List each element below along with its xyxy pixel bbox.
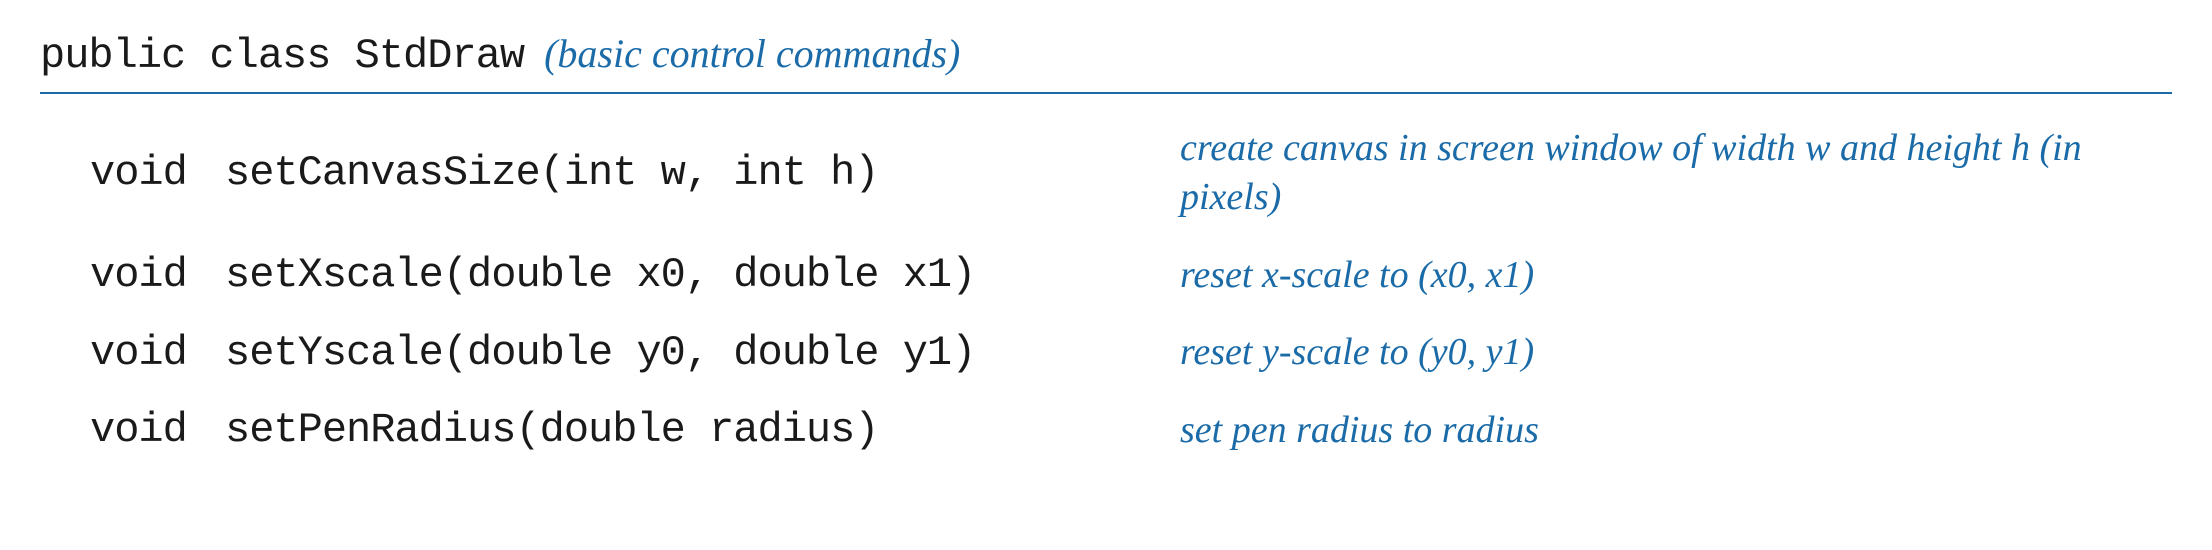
- method-signature: voidsetCanvasSize(int w, int h): [90, 149, 1180, 197]
- method-signature: voidsetXscale(double x0, double x1): [90, 251, 1180, 299]
- method-name-params: setPenRadius(double radius): [225, 406, 879, 454]
- return-type: void: [90, 149, 225, 197]
- class-subtitle: (basic control commands): [544, 30, 960, 77]
- api-header: public class StdDraw (basic control comm…: [40, 30, 2172, 94]
- method-row: voidsetPenRadius(double radius) set pen …: [90, 406, 2172, 455]
- return-type: void: [90, 406, 225, 454]
- method-list: voidsetCanvasSize(int w, int h) create c…: [40, 124, 2172, 455]
- return-type: void: [90, 251, 225, 299]
- method-row: voidsetXscale(double x0, double x1) rese…: [90, 251, 2172, 300]
- method-description: create canvas in screen window of width …: [1180, 124, 2130, 223]
- method-description: reset y-scale to (y0, y1): [1180, 328, 1534, 377]
- return-type: void: [90, 329, 225, 377]
- method-name-params: setYscale(double y0, double y1): [225, 329, 975, 377]
- method-row: voidsetYscale(double y0, double y1) rese…: [90, 328, 2172, 377]
- method-name-params: setCanvasSize(int w, int h): [225, 149, 879, 197]
- method-description: reset x-scale to (x0, x1): [1180, 251, 1534, 300]
- method-row: voidsetCanvasSize(int w, int h) create c…: [90, 124, 2172, 223]
- method-name-params: setXscale(double x0, double x1): [225, 251, 975, 299]
- method-description: set pen radius to radius: [1180, 406, 1539, 455]
- method-signature: voidsetYscale(double y0, double y1): [90, 329, 1180, 377]
- method-signature: voidsetPenRadius(double radius): [90, 406, 1180, 454]
- class-declaration: public class StdDraw: [40, 32, 524, 80]
